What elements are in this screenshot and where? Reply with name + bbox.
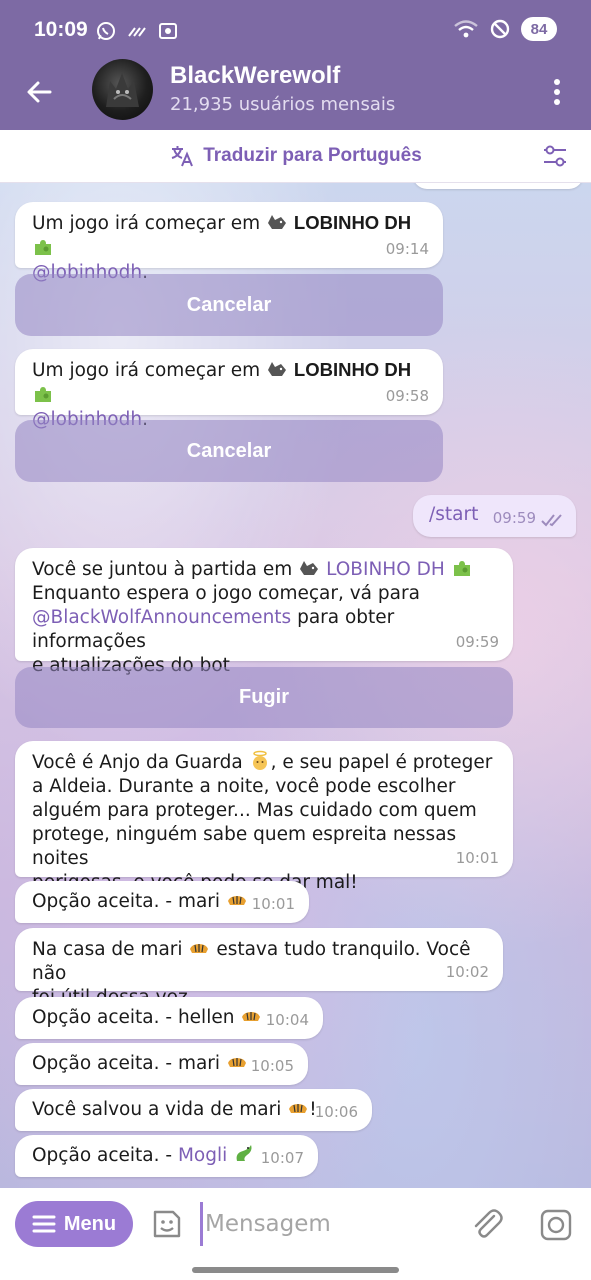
game-name: LOBINHO DH [293,212,412,233]
hamburger-icon [32,1215,56,1233]
message-text: Opção aceita. - mari [32,891,221,912]
status-bar: 10:09 84 [0,0,591,62]
tiger-emoji-icon [227,1058,246,1067]
message-text: Enquanto espera o jogo começar, vá para [32,583,420,604]
cancel-button[interactable]: Cancelar [15,420,443,482]
bot-menu-button[interactable]: Menu [15,1201,133,1247]
message-time: 09:58 [385,387,429,405]
double-check-icon [541,514,562,527]
flee-button[interactable]: Fugir [15,667,513,728]
message-text: Um jogo irá começar em [32,213,261,234]
message-input[interactable] [200,1202,450,1246]
message-bubble[interactable]: Você se juntou à partida em LOBINHO DH E… [15,548,513,676]
tiger-emoji-icon [289,1104,308,1113]
wolf-emoji-icon [300,561,319,575]
back-arrow-icon[interactable] [22,74,58,110]
translate-icon [171,146,194,167]
cancel-button[interactable]: Cancelar [15,274,443,336]
message-time: 10:01 [251,895,295,913]
puzzle-emoji-icon [35,387,51,402]
chat-area[interactable]: Um jogo irá começar em LOBINHO DH @lobin… [0,183,591,1188]
wolf-emoji-icon [268,215,286,229]
message-bubble[interactable]: Opção aceita. - mari 10:01 [15,881,309,923]
message-time: 10:04 [265,1011,309,1029]
message-time: 10:02 [445,963,489,981]
game-link[interactable]: LOBINHO DH [326,559,445,580]
wifi-icon [454,20,478,38]
screenshot-icon [159,23,177,39]
partial-message-bubble [413,183,583,189]
message-text: , e seu papel é proteger [270,752,493,773]
tiger-emoji-icon [242,1012,261,1021]
message-bubble[interactable]: Você salvou a vida de mari ! 10:06 [15,1089,372,1131]
message-time: 09:59 [492,509,536,527]
message-text: a Aldeia. Durante a noite, você pode esc… [32,776,456,797]
message-text: Na casa de mari [32,939,183,960]
camera-icon[interactable] [538,1207,574,1243]
message-time: 10:07 [260,1149,304,1167]
message-bubble[interactable]: Opção aceita. - hellen 10:04 [15,997,323,1039]
message-bubble[interactable]: Na casa de mari estava tudo tranquilo. V… [15,928,503,1008]
message-bubble[interactable]: Um jogo irá começar em LOBINHO DH @lobin… [15,202,443,283]
tiger-emoji-icon [227,896,246,905]
puzzle-emoji-icon [453,561,470,576]
status-time: 10:09 [34,18,88,41]
chat-header: BlackWerewolf 21,935 usuários mensais [0,59,591,130]
translate-label: Traduzir para Português [203,145,422,166]
avatar[interactable] [92,59,153,120]
menu-label: Menu [63,1212,117,1235]
message-bubble[interactable]: Opção aceita. - mari 10:05 [15,1043,308,1085]
message-text: Você salvou a vida de mari [32,1099,282,1120]
translate-bar: Traduzir para Português [0,130,591,183]
attach-icon[interactable] [470,1206,504,1242]
message-text: Você se juntou à partida em [32,559,293,580]
message-text: Opção aceita. - [32,1145,173,1166]
outgoing-message-bubble[interactable]: /start 09:59 [413,495,576,537]
signal-slash-icon [128,27,146,37]
message-time: 09:14 [385,240,429,258]
dragon-emoji-icon [236,1145,252,1161]
whatsapp-icon [97,22,115,40]
message-time: 10:01 [455,849,499,867]
more-options-icon[interactable] [545,74,569,110]
message-text: Opção aceita. - hellen [32,1007,235,1028]
message-text: Você é Anjo da Guarda [32,752,243,773]
message-bubble[interactable]: Um jogo irá começar em LOBINHO DH @lobin… [15,349,443,430]
tiger-emoji-icon [190,944,209,953]
translate-settings-icon[interactable] [541,142,569,170]
chat-title[interactable]: BlackWerewolf [170,62,340,90]
message-text: Opção aceita. - mari [32,1053,221,1074]
puzzle-emoji-icon [35,240,51,255]
battery-indicator: 84 [521,17,557,41]
message-time: 10:05 [250,1057,294,1075]
message-text: protege, ninguém sabe quem espreita ness… [32,824,457,869]
wolf-avatar-icon [106,73,139,107]
do-not-disturb-icon [490,19,510,39]
message-time: 09:59 [455,633,499,651]
username-link[interactable]: Mogli [178,1145,227,1166]
sticker-icon[interactable] [149,1206,185,1242]
wolf-emoji-icon [268,362,286,376]
message-bubble[interactable]: Opção aceita. - Mogli 10:07 [15,1135,318,1177]
game-name: LOBINHO DH [293,359,412,380]
message-text: /start [429,504,479,525]
channel-link[interactable]: @BlackWolfAnnouncements [32,607,291,628]
home-indicator[interactable] [192,1267,399,1273]
angel-emoji-icon [252,750,267,770]
message-time: 10:06 [314,1103,358,1121]
status-system-icons: 84 [453,17,557,41]
message-text: alguém para proteger... Mas cuidado com … [32,800,477,821]
translate-button[interactable]: Traduzir para Português [169,143,422,169]
message-text: Um jogo irá começar em [32,360,261,381]
chat-subtitle: 21,935 usuários mensais [170,94,396,115]
status-notification-icons [95,20,179,42]
message-bubble[interactable]: Você é Anjo da Guarda , e seu papel é pr… [15,741,513,893]
